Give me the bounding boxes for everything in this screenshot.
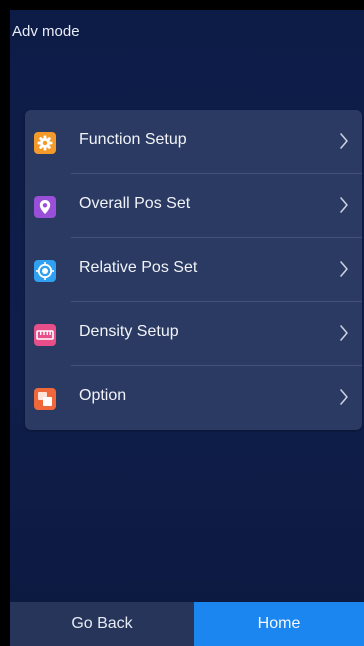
go-back-button[interactable]: Go Back [10, 602, 194, 646]
menu-item-overall-pos-set[interactable]: Overall Pos Set [25, 174, 362, 238]
gear-icon [34, 132, 56, 154]
home-button[interactable]: Home [194, 602, 364, 646]
adv-mode-panel: Adv mode Function Setup Overall Pos Set … [10, 10, 364, 646]
menu-item-density-setup[interactable]: Density Setup [25, 302, 362, 366]
chevron-right-icon [339, 196, 349, 219]
chevron-right-icon [339, 324, 349, 347]
chevron-right-icon [339, 388, 349, 411]
app-screen: Adv mode Function Setup Overall Pos Set … [0, 0, 364, 646]
layers-icon [34, 388, 56, 410]
chevron-right-icon [339, 260, 349, 283]
settings-menu: Function Setup Overall Pos Set Relative … [25, 110, 362, 430]
ruler-icon [34, 324, 56, 346]
menu-item-label: Relative Pos Set [79, 259, 198, 276]
menu-item-option[interactable]: Option [25, 366, 362, 430]
menu-item-label: Overall Pos Set [79, 195, 191, 212]
menu-item-label: Option [79, 387, 127, 404]
menu-item-relative-pos-set[interactable]: Relative Pos Set [25, 238, 362, 302]
menu-item-label: Function Setup [79, 131, 187, 148]
page-title: Adv mode [12, 23, 80, 40]
menu-item-label: Density Setup [79, 323, 179, 340]
chevron-right-icon [339, 132, 349, 155]
target-icon [34, 260, 56, 282]
location-pin-icon [34, 196, 56, 218]
bottom-nav: Go Back Home [10, 602, 364, 646]
menu-item-function-setup[interactable]: Function Setup [25, 110, 362, 174]
